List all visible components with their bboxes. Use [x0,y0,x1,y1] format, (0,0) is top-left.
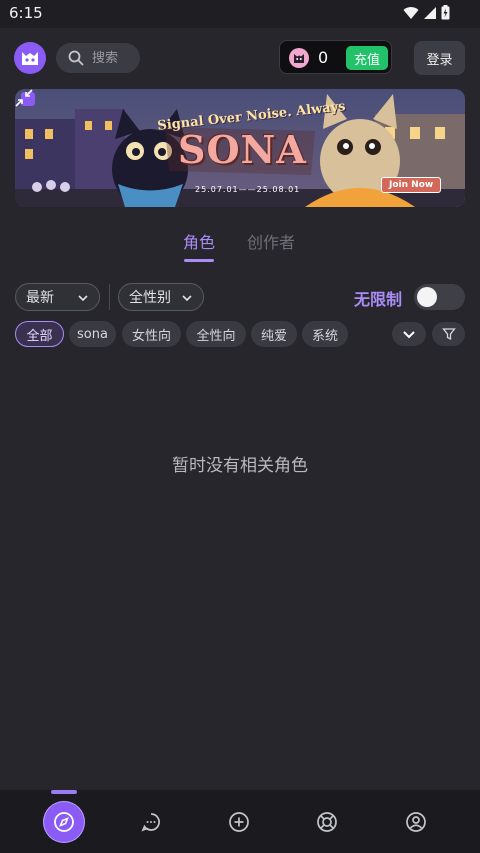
chip-pure-love[interactable]: 纯爱 [251,321,297,347]
search-icon [68,50,84,66]
coin-balance: 0 充值 [279,40,392,74]
battery-icon [441,5,450,20]
login-button[interactable]: 登录 [414,41,465,75]
active-nav-indicator [51,790,77,794]
content-tabs: 角色 创作者 [0,229,480,263]
chat-icon [141,813,160,832]
nav-profile[interactable] [395,801,437,843]
chevron-down-icon [403,331,415,339]
chip-all[interactable]: 全部 [15,321,64,347]
empty-state-message: 暂时没有相关角色 [172,456,308,476]
expand-categories-button[interactable] [392,322,426,346]
status-icons [403,5,450,20]
banner-title: SONA [178,127,307,172]
promo-banner[interactable]: Signal Over Noise. Always SONA 25.07.01—… [15,89,465,207]
filter-button[interactable] [432,322,465,346]
nav-create[interactable] [218,801,260,843]
coin-count: 0 [318,48,329,67]
chip-sona[interactable]: sona [69,321,116,347]
sort-dropdown[interactable]: 最新 [15,283,100,311]
toggle-knob [417,287,437,307]
banner-date-range: 25.07.01——25.08.01 [195,185,301,194]
status-bar: 6:15 [0,0,480,28]
chip-system[interactable]: 系统 [302,321,348,347]
signal-icon [424,6,436,19]
lifebuoy-icon [317,812,337,832]
cat-logo-icon [22,52,38,65]
top-header: 0 充值 登录 [0,36,480,80]
chevron-down-icon [78,295,88,302]
app-logo[interactable] [14,42,46,74]
gender-dropdown-label: 全性别 [129,290,171,306]
chip-female-oriented[interactable]: 女性向 [122,321,181,347]
unlimited-label: 无限制 [354,290,403,309]
search-input[interactable] [90,49,138,67]
filter-row: 最新 全性别 无限制 [0,283,480,313]
filter-icon [441,328,456,341]
tab-creators[interactable]: 创作者 [247,229,295,253]
profile-icon [406,812,426,832]
chevron-down-icon [182,295,192,302]
wifi-icon [403,6,419,19]
search-box[interactable] [56,43,140,73]
bottom-nav [0,790,480,853]
category-chips: 全部 sona 女性向 全性向 纯爱 系统 [0,321,480,347]
chip-all-orientation[interactable]: 全性向 [186,321,246,347]
compass-icon [54,812,74,832]
active-tab-indicator [184,259,214,262]
status-time: 6:15 [9,4,43,22]
plus-circle-icon [229,812,249,832]
join-now-button[interactable]: Join Now [381,177,442,193]
tab-characters[interactable]: 角色 [183,229,215,253]
recharge-button[interactable]: 充值 [346,46,388,70]
filter-divider [109,284,110,310]
gender-dropdown[interactable]: 全性别 [118,283,204,311]
cat-coin-icon [289,48,309,68]
collapse-icon[interactable] [15,89,33,107]
nav-chat[interactable] [130,801,172,843]
sort-dropdown-label: 最新 [26,290,54,306]
nav-discover[interactable] [43,801,85,843]
nav-community[interactable] [306,801,348,843]
unlimited-toggle[interactable] [414,284,465,310]
